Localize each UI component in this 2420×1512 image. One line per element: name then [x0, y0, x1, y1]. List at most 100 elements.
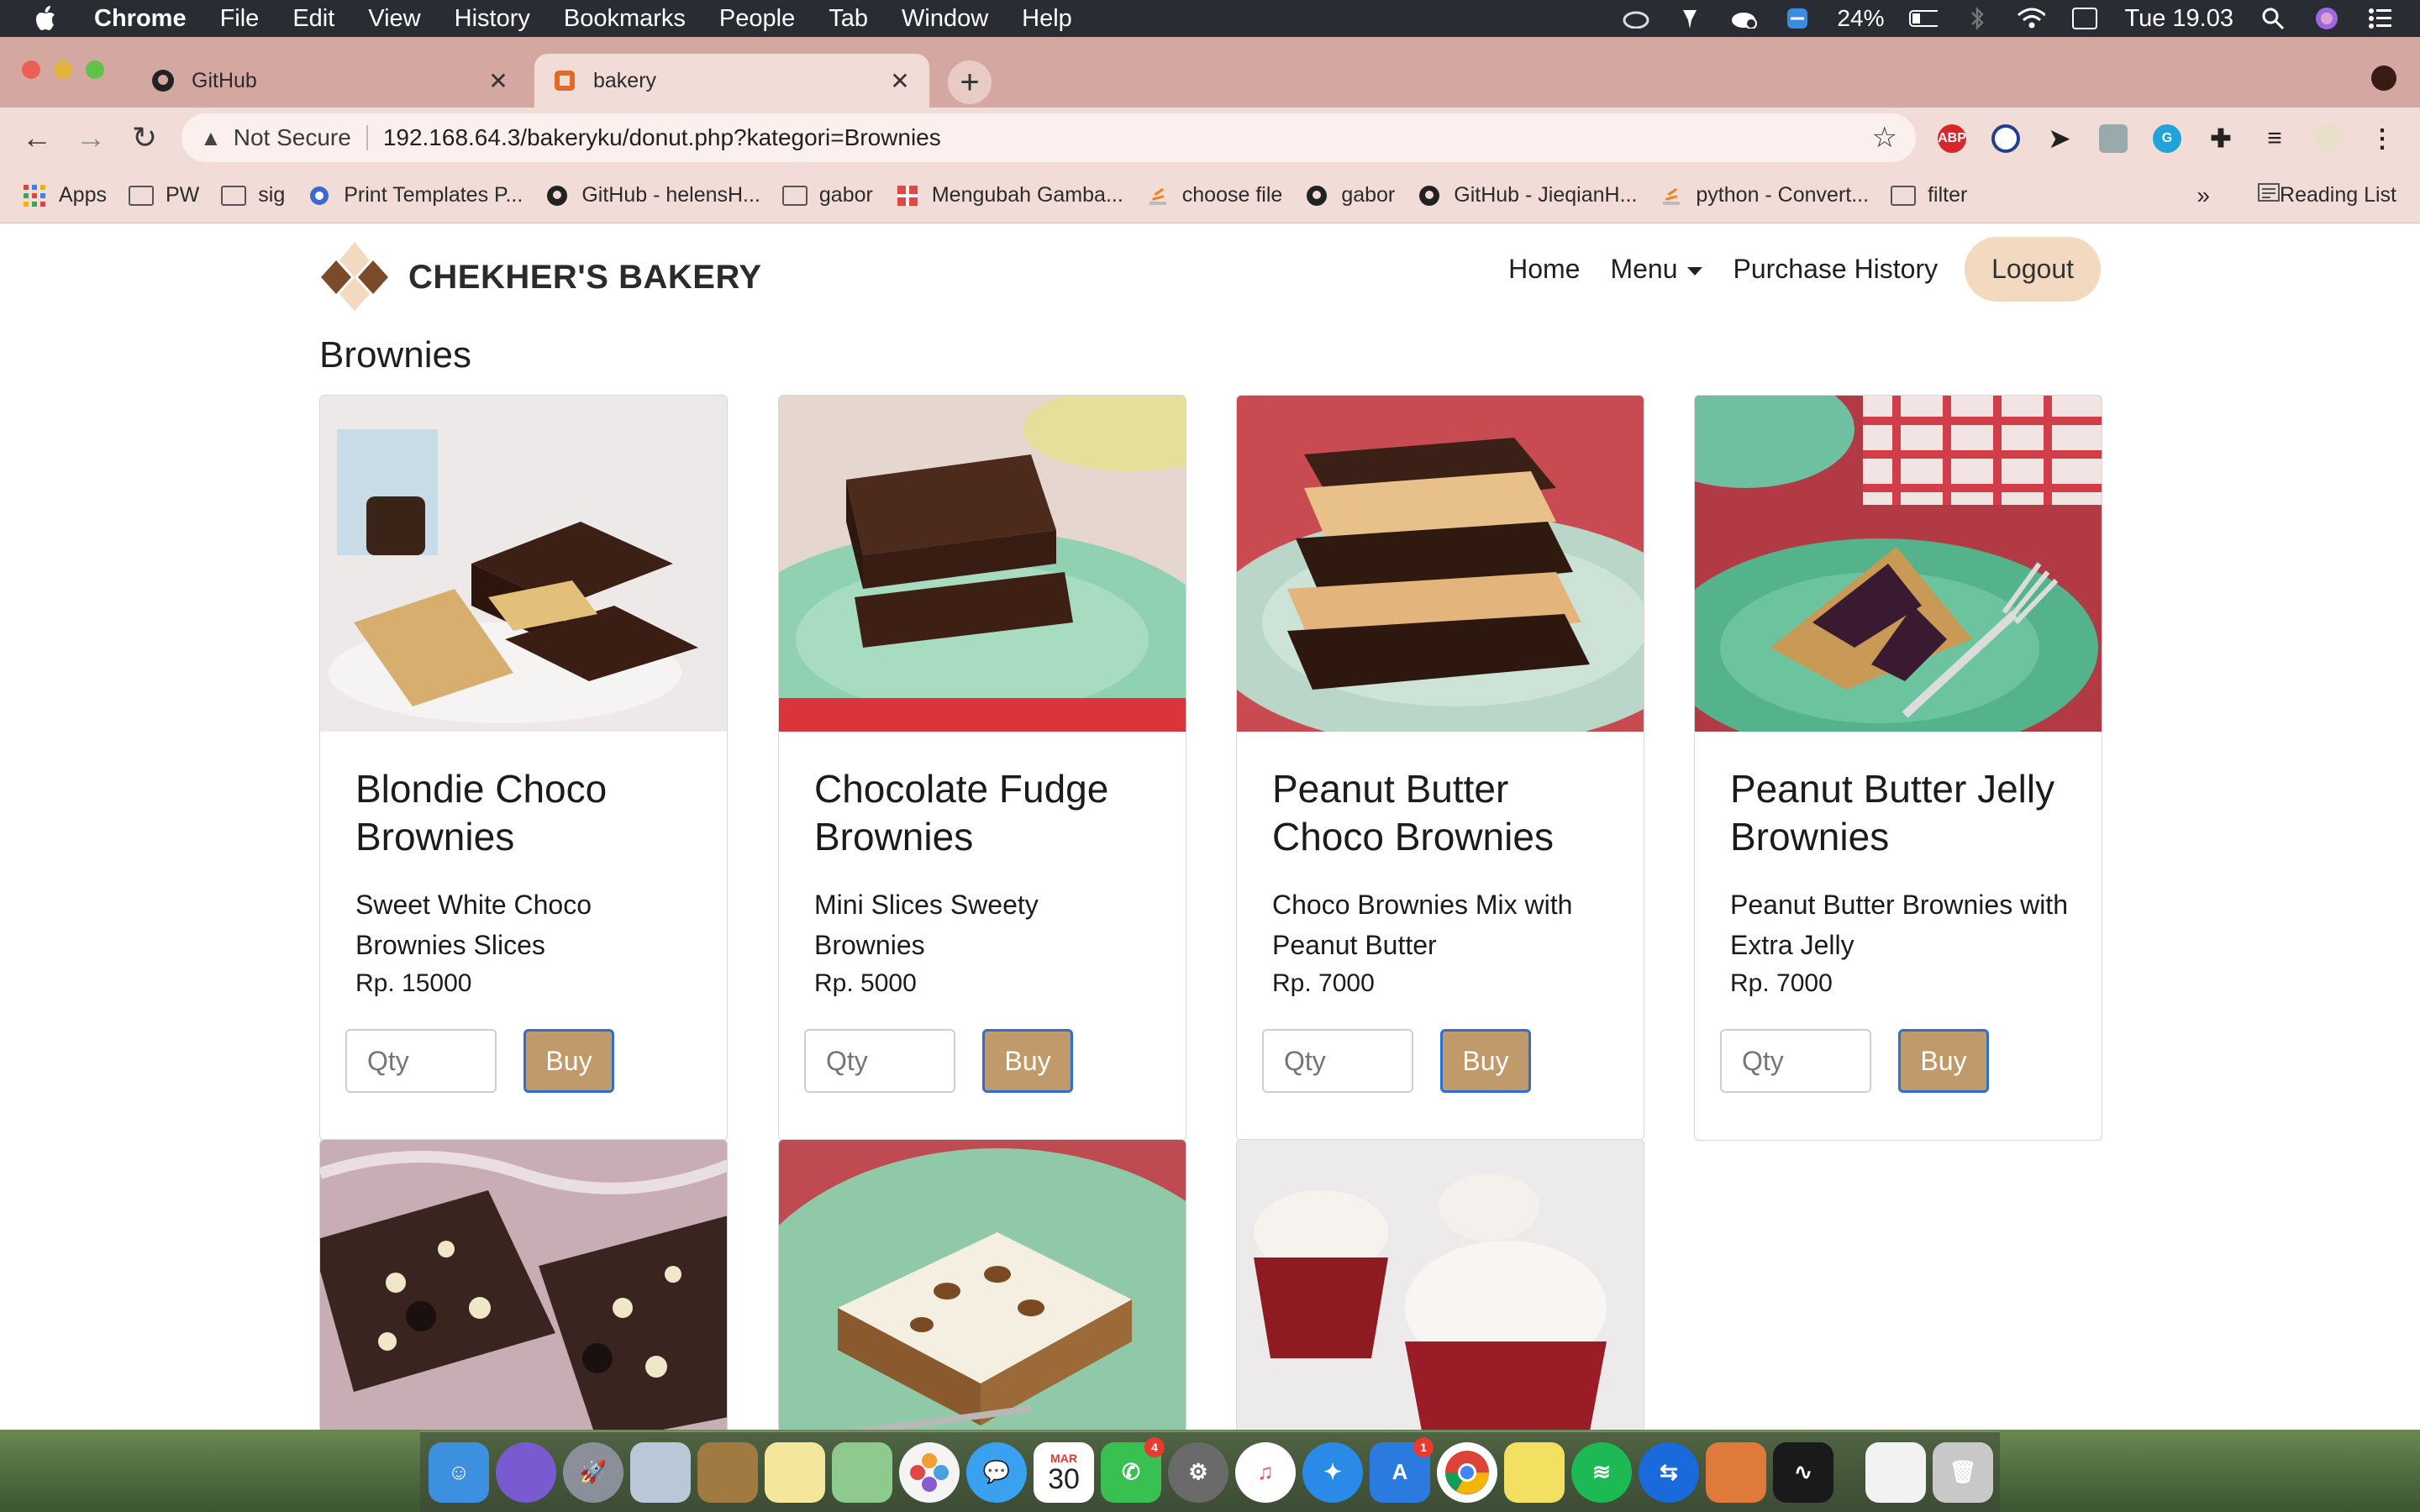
logout-button[interactable]: Logout [1965, 237, 2101, 302]
siri-icon[interactable] [2312, 6, 2341, 31]
new-tab-button[interactable]: + [948, 60, 992, 104]
bookmark-mengubah-gambar[interactable]: Mengubah Gamba... [895, 183, 1123, 207]
calendar-icon[interactable]: MAR 30 [1034, 1441, 1094, 1503]
app-store-icon[interactable]: A1 [1370, 1436, 1434, 1503]
nav-purchase-history[interactable]: Purchase History [1733, 254, 1938, 285]
bookmark-print-templates[interactable]: Print Templates P... [307, 183, 523, 207]
close-icon[interactable]: ✕ [887, 67, 913, 95]
activity-monitor-icon[interactable]: ∿ [1773, 1441, 1833, 1503]
bookmark-apps[interactable]: Apps [22, 183, 107, 207]
zoom-window-button[interactable] [86, 60, 104, 79]
wifi-icon[interactable] [2017, 6, 2046, 31]
xampp-icon[interactable] [1706, 1441, 1766, 1503]
close-window-button[interactable] [22, 60, 40, 79]
document-icon[interactable] [1865, 1441, 1926, 1503]
menu-bookmarks[interactable]: Bookmarks [564, 5, 686, 33]
block-icon[interactable] [1991, 124, 2020, 153]
tab-search-icon[interactable] [2371, 66, 2396, 91]
stickies-icon[interactable] [1504, 1441, 1565, 1503]
quantity-input[interactable] [345, 1029, 497, 1093]
reading-list-button[interactable]: Reading List [2258, 181, 2396, 209]
quantity-input[interactable] [804, 1029, 955, 1093]
facetime-icon[interactable]: ✆ 4 [1101, 1436, 1165, 1503]
bookmark-folder-filter[interactable]: filter [1891, 183, 1967, 207]
menu-view[interactable]: View [368, 5, 420, 33]
screenshot-extension-icon[interactable] [2099, 124, 2128, 153]
spotlight-search-icon[interactable] [2259, 6, 2287, 31]
close-icon[interactable]: ✕ [486, 67, 511, 95]
media-queue-icon[interactable]: ≡ [2260, 124, 2289, 153]
bookmark-folder-gabor[interactable]: gabor [781, 183, 873, 207]
forward-arrow-icon[interactable]: → [72, 119, 109, 156]
menubar-clock[interactable]: Tue 19.03 [2124, 5, 2233, 33]
bluetooth-icon[interactable] [1963, 6, 1991, 31]
battery-icon[interactable] [1909, 6, 1939, 31]
messages-icon[interactable]: 💬 [966, 1441, 1027, 1503]
url-text[interactable]: 192.168.64.3/bakeryku/donut.php?kategori… [383, 124, 941, 151]
buy-button[interactable]: Buy [1440, 1029, 1531, 1093]
tab-github[interactable]: GitHub ✕ [133, 54, 528, 108]
bookmark-github-jieqian[interactable]: GitHub - JieqianH... [1417, 183, 1637, 207]
adblock-icon[interactable]: ABP [1938, 124, 1966, 153]
nav-home[interactable]: Home [1508, 254, 1580, 285]
product-image [1695, 396, 2102, 732]
back-arrow-icon[interactable]: ← [18, 119, 55, 156]
cursor-extension-icon[interactable]: ➤ [2045, 124, 2074, 153]
cloud-icon[interactable] [1729, 6, 1758, 31]
security-label[interactable]: Not Secure [234, 124, 351, 151]
system-preferences-icon[interactable]: ⚙ [1168, 1441, 1228, 1503]
reload-icon[interactable]: ↻ [126, 119, 163, 156]
input-source-icon[interactable] [2070, 6, 2099, 31]
quantity-input[interactable] [1720, 1029, 1871, 1093]
teamviewer-icon[interactable]: ⇆ [1639, 1441, 1699, 1503]
trash-icon[interactable]: 🗑 [1933, 1441, 1993, 1503]
bookmarks-overflow-button[interactable]: » [2196, 182, 2210, 209]
extensions-puzzle-icon[interactable]: ✚ [2207, 124, 2235, 153]
music-icon[interactable]: ♫ [1235, 1441, 1296, 1503]
menu-edit[interactable]: Edit [292, 5, 334, 33]
preview-icon[interactable] [630, 1441, 691, 1503]
bookmark-choose-file[interactable]: choose file [1145, 183, 1282, 207]
bookmark-github-helens[interactable]: GitHub - helensH... [544, 183, 760, 207]
finder-icon[interactable]: ☺ [429, 1441, 489, 1503]
spotify-icon[interactable]: ≋ [1571, 1441, 1632, 1503]
menu-people[interactable]: People [719, 5, 795, 33]
menu-help[interactable]: Help [1022, 5, 1072, 33]
buy-button[interactable]: Buy [982, 1029, 1073, 1093]
minimize-window-button[interactable] [54, 60, 72, 79]
launchpad-icon[interactable]: 🚀 [563, 1441, 623, 1503]
warning-triangle-icon[interactable]: ▲ [200, 125, 222, 151]
grammarly-icon[interactable]: G [2153, 124, 2181, 153]
bookmark-star-icon[interactable]: ☆ [1872, 121, 1897, 155]
teamviewer-tray-icon[interactable] [1783, 6, 1812, 31]
notes-icon[interactable] [765, 1441, 825, 1503]
pin-icon[interactable] [1676, 6, 1704, 31]
bookmark-folder-sig[interactable]: sig [221, 183, 285, 207]
siri-icon[interactable] [496, 1441, 556, 1503]
menu-app-name[interactable]: Chrome [94, 5, 187, 33]
buy-button[interactable]: Buy [523, 1029, 614, 1093]
cloud-sync-icon[interactable] [1622, 6, 1650, 31]
bookmark-python-convert[interactable]: python - Convert... [1659, 183, 1869, 207]
apple-icon[interactable] [32, 4, 62, 33]
menu-tab[interactable]: Tab [829, 5, 868, 33]
brand-link[interactable]: CHEKHER'S BAKERY [319, 242, 762, 312]
bookmark-folder-pw[interactable]: PW [128, 183, 199, 207]
notebook-icon[interactable] [697, 1441, 758, 1503]
safari-icon[interactable]: ✦ [1302, 1441, 1363, 1503]
profile-avatar[interactable] [2314, 124, 2343, 153]
tab-bakery[interactable]: bakery ✕ [534, 54, 929, 108]
quantity-input[interactable] [1262, 1029, 1413, 1093]
photos-icon[interactable] [899, 1441, 960, 1503]
buy-button[interactable]: Buy [1898, 1029, 1989, 1093]
notification-center-icon[interactable] [2366, 6, 2395, 31]
maps-icon[interactable] [832, 1441, 892, 1503]
menu-history[interactable]: History [455, 5, 530, 33]
menu-window[interactable]: Window [902, 5, 988, 33]
bookmark-gabor-github[interactable]: gabor [1304, 183, 1395, 207]
chrome-icon[interactable] [1437, 1441, 1497, 1503]
address-bar[interactable]: ▲ Not Secure 192.168.64.3/bakeryku/donut… [182, 113, 1916, 162]
nav-menu-dropdown[interactable]: Menu [1610, 254, 1703, 285]
more-menu-icon[interactable]: ⋮ [2368, 124, 2396, 153]
menu-file[interactable]: File [220, 5, 260, 33]
